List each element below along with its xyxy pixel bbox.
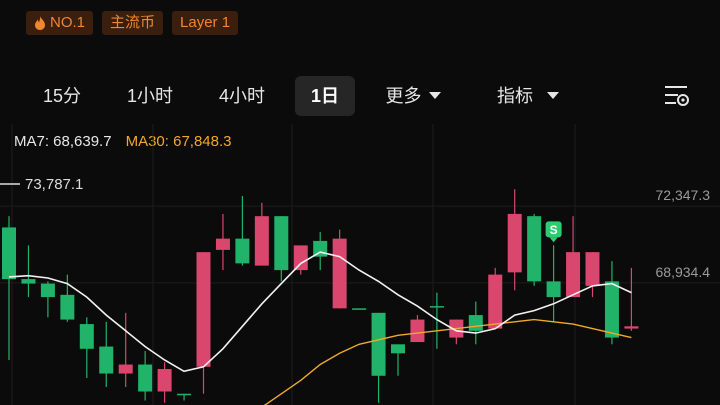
tab-4h[interactable]: 4小时 xyxy=(210,76,274,116)
tag-layer[interactable]: Layer 1 xyxy=(172,11,239,35)
candle-body xyxy=(274,216,289,271)
candle-body xyxy=(391,344,405,354)
candle-body xyxy=(138,364,153,392)
candle-body xyxy=(604,281,619,338)
candle-body xyxy=(507,213,522,273)
candle-body xyxy=(2,227,16,280)
candles xyxy=(2,189,639,403)
candle-body xyxy=(410,319,425,343)
candle-body xyxy=(79,324,94,349)
candle-body xyxy=(118,364,133,374)
candle-body xyxy=(468,315,483,331)
tab-indicators[interactable]: 指标 xyxy=(488,76,568,116)
chevron-down-icon xyxy=(547,91,559,99)
candle-body xyxy=(196,252,211,367)
flame-icon xyxy=(35,16,45,30)
candle-body xyxy=(60,294,75,320)
tag-rank-label: NO.1 xyxy=(50,14,86,31)
max-price-label: 73,787.1 xyxy=(25,176,83,193)
candle-body xyxy=(177,393,192,396)
candle-body xyxy=(546,281,561,298)
candle-body xyxy=(215,238,230,250)
tab-more-label: 更多 xyxy=(385,86,422,106)
candle-body xyxy=(488,274,503,329)
tag-category-label: 主流币 xyxy=(110,14,156,31)
signal-badge-pointer xyxy=(549,237,558,243)
tab-1h-label: 1小时 xyxy=(126,86,173,106)
tab-indicators-label: 指标 xyxy=(497,86,533,106)
tab-1d-label: 1日 xyxy=(310,86,339,106)
candle-body xyxy=(293,245,308,271)
candle-body xyxy=(527,216,542,282)
candle-body xyxy=(332,238,347,309)
tag-layer-label: Layer 1 xyxy=(180,14,231,31)
signal-badge-label: S xyxy=(550,223,558,237)
candle-body xyxy=(566,252,581,298)
tag-rank[interactable]: NO.1 xyxy=(26,11,94,35)
chevron-down-icon xyxy=(428,91,441,99)
price-axis-label: 72,347.3 xyxy=(656,187,711,203)
coin-tags: NO.1 主流币 Layer 1 xyxy=(26,11,239,35)
tab-more[interactable]: 更多 xyxy=(378,76,448,116)
candle-body xyxy=(429,306,444,308)
candle-body xyxy=(21,279,36,284)
sell-signal-badge[interactable]: S xyxy=(545,221,562,243)
chart-settings-icon[interactable] xyxy=(664,84,690,108)
tab-15m[interactable]: 15分 xyxy=(36,76,88,116)
candle-body xyxy=(352,308,367,310)
candle-body xyxy=(40,283,55,298)
tab-1h[interactable]: 1小时 xyxy=(118,76,182,116)
tab-4h-label: 4小时 xyxy=(218,86,265,106)
candlestick-chart[interactable]: 72,347.3 68,934.4 73,787.1 S xyxy=(0,124,720,405)
candle-body xyxy=(235,238,250,264)
timeframe-tabs: 15分 1小时 4小时 1日 更多 指标 xyxy=(0,76,720,116)
tab-15m-label: 15分 xyxy=(42,86,82,106)
price-axis: 72,347.3 68,934.4 xyxy=(656,187,711,280)
candle-body xyxy=(99,346,114,374)
candle-body xyxy=(624,326,639,329)
candle-body xyxy=(157,369,172,392)
candle-body xyxy=(585,252,600,286)
price-axis-label: 68,934.4 xyxy=(656,264,711,280)
candle-body xyxy=(254,216,269,266)
candle-body xyxy=(371,312,386,376)
tag-category[interactable]: 主流币 xyxy=(102,11,164,35)
tab-1d[interactable]: 1日 xyxy=(295,76,355,116)
